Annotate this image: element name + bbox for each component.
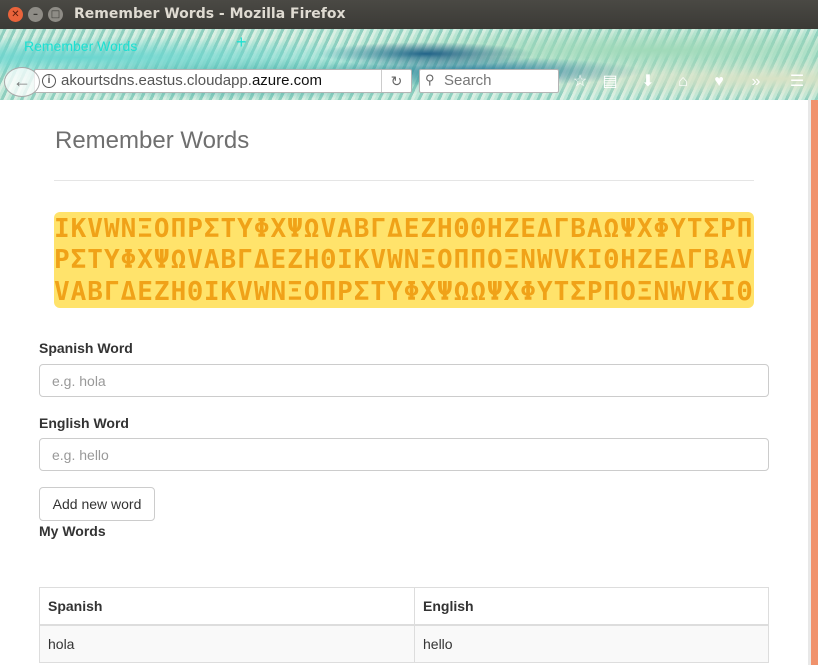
maximize-window-icon[interactable]: □ <box>48 7 63 22</box>
close-window-icon[interactable]: ✕ <box>8 7 23 22</box>
column-header-english: English <box>414 587 769 626</box>
tab-title: Remember Words <box>24 38 138 54</box>
header-divider <box>54 180 754 181</box>
menu-icon[interactable]: ☰ <box>786 71 808 93</box>
new-tab-icon[interactable]: + <box>236 32 247 53</box>
english-word-input[interactable] <box>39 438 769 471</box>
scrollbar-thumb[interactable] <box>811 100 818 665</box>
minimize-window-icon[interactable]: – <box>28 7 43 22</box>
spanish-word-label: Spanish Word <box>39 340 133 356</box>
reading-list-icon[interactable]: ▤ <box>599 71 621 93</box>
downloads-icon[interactable]: ⬇ <box>637 71 659 93</box>
overflow-chevron-icon[interactable]: » <box>745 71 767 93</box>
search-placeholder: Search <box>444 72 492 89</box>
banner-row: PΣTYΦXΨΩVABΓΔEZHΘIKVWNΞOΠΠOΞNWVKIΘHZEΔΓB… <box>54 246 754 274</box>
pocket-icon[interactable]: ♥ <box>708 71 730 93</box>
bookmark-star-icon[interactable]: ☆ <box>569 71 591 93</box>
info-icon[interactable]: i <box>42 74 56 88</box>
window-title: Remember Words - Mozilla Firefox <box>74 6 346 22</box>
banner-row: VABΓΔEZHΘIKVWNΞOΠPΣTYΦXΨΩΩΨXΦYTΣPΠOΞNWVK… <box>54 278 754 306</box>
page-scrollbar[interactable] <box>808 100 818 665</box>
search-icon: ⚲ <box>425 72 435 87</box>
reload-icon[interactable]: ↻ <box>381 70 411 92</box>
add-new-word-button[interactable]: Add new word <box>39 487 155 521</box>
table-row[interactable]: hola hello <box>39 624 769 663</box>
banner-row: IKVWNΞOΠPΣTYΦXΨΩVABΓΔEZHΘΘHZEΔΓBAΩΨXΦYTΣ… <box>54 215 754 243</box>
window-titlebar: ✕ – □ Remember Words - Mozilla Firefox <box>0 0 818 29</box>
column-header-spanish: Spanish <box>39 587 415 626</box>
browser-toolbar: Remember Words + i akourtsdns.eastus.clo… <box>0 29 818 100</box>
greek-letters-banner: IKVWNΞOΠPΣTYΦXΨΩVABΓΔEZHΘΘHZEΔΓBAΩΨXΦYTΣ… <box>54 212 754 308</box>
page-title: Remember Words <box>55 127 250 154</box>
page-content: Remember Words IKVWNΞOΠPΣTYΦXΨΩVABΓΔEZHΘ… <box>0 100 808 665</box>
back-button[interactable]: ← <box>4 67 40 97</box>
table-cell-spanish: hola <box>39 624 415 663</box>
search-input[interactable]: ⚲ Search <box>419 69 559 93</box>
words-table: Spanish English hola hello <box>39 587 769 663</box>
url-prefix: akourtsdns.eastus.cloudapp. <box>61 72 252 89</box>
spanish-word-input[interactable] <box>39 364 769 397</box>
home-icon[interactable]: ⌂ <box>672 71 694 93</box>
url-bar[interactable]: i akourtsdns.eastus.cloudapp.azure.com ↻ <box>34 69 412 93</box>
english-word-label: English Word <box>39 415 129 431</box>
table-header-row: Spanish English <box>39 587 769 626</box>
table-cell-english: hello <box>414 624 769 663</box>
my-words-heading: My Words <box>39 523 106 539</box>
tab-remember-words[interactable]: Remember Words <box>8 32 238 62</box>
url-domain: azure.com <box>251 72 322 89</box>
